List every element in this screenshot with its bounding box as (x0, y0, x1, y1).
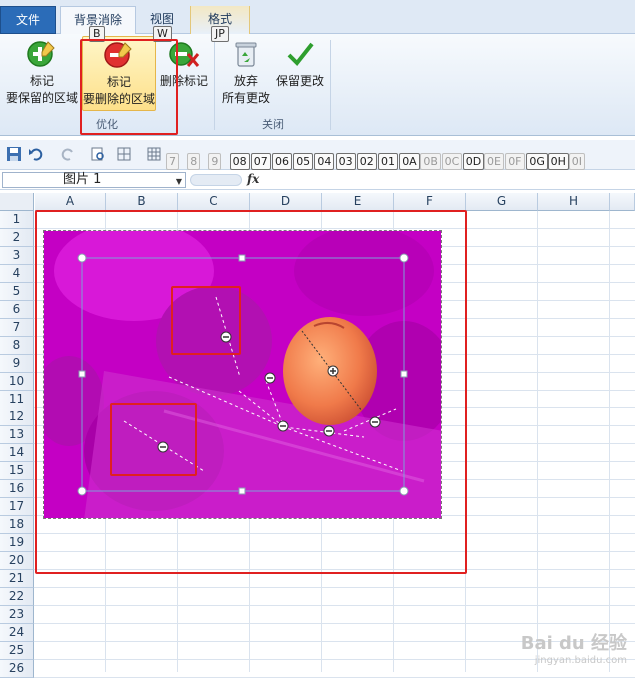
grid-line-horizontal (34, 604, 635, 606)
undo-icon[interactable] (28, 146, 44, 162)
qat-keytip: 08 (229, 153, 250, 170)
print-preview-icon[interactable] (90, 146, 106, 162)
qat-keytip: 8 (187, 153, 201, 170)
discard-line1: 放弃 (233, 74, 258, 88)
group-label-close: 关闭 (262, 118, 284, 131)
row-header[interactable]: 11 (0, 390, 34, 409)
group-separator (214, 40, 215, 130)
row-header[interactable]: 6 (0, 300, 34, 319)
column-header-partial[interactable] (610, 193, 635, 211)
grid-line-horizontal (34, 586, 635, 588)
row-header[interactable]: 2 (0, 228, 34, 247)
select-all-corner[interactable] (0, 193, 34, 211)
keytip-format: JP (211, 26, 229, 42)
row-header[interactable]: 18 (0, 516, 34, 535)
row-header[interactable]: 7 (0, 318, 34, 337)
highlight-box-mark-lower (110, 403, 197, 476)
keep-changes-label: 保留更改 (275, 74, 324, 88)
qat-keytip: 0A (399, 153, 420, 170)
grid-line-horizontal (34, 622, 635, 624)
qat-keytip: 07 (250, 153, 271, 170)
qat-keytip: 0D (462, 153, 485, 170)
row-header[interactable]: 3 (0, 246, 34, 265)
row-header[interactable]: 5 (0, 282, 34, 301)
row-header[interactable]: 17 (0, 498, 34, 517)
row-header[interactable]: 16 (0, 480, 34, 499)
checkmark-icon (287, 42, 314, 67)
row-header[interactable]: 13 (0, 426, 34, 445)
qat-keytip: 7 (166, 153, 179, 170)
row-header[interactable]: 19 (0, 534, 34, 553)
qat-keytip: 0H (547, 153, 569, 170)
row-header[interactable]: 26 (0, 659, 34, 678)
insert-function-icon[interactable]: fx (247, 172, 259, 186)
name-box[interactable]: 图片 1 ▼ (2, 172, 186, 188)
column-header[interactable]: C (178, 193, 250, 211)
row-header[interactable]: 10 (0, 372, 34, 391)
qat-keytip: 06 (272, 153, 292, 170)
highlight-box-ribbon (80, 39, 178, 135)
row-header[interactable]: 15 (0, 462, 34, 481)
quick-access-toolbar: 7 8 9 08 07 06 05 04 03 02 01 0A 0B 0C 0D 0E 0F 0G 0H 0I (0, 140, 635, 170)
formula-bar-splitter[interactable] (190, 174, 242, 186)
formula-bar: 图片 1 ▼ fx (0, 171, 635, 190)
watermark: Bai du 经验 jingyan.baidu.com (521, 629, 627, 666)
qat-keytip: 03 (335, 153, 356, 170)
watermark-text: Bai du 经验 (520, 633, 627, 654)
row-header[interactable]: 25 (0, 641, 34, 660)
qat-keytip: 0G (526, 153, 548, 170)
keep-changes-button[interactable]: 保留更改 (274, 38, 326, 90)
qat-keytip: 04 (314, 153, 335, 170)
row-header[interactable]: 21 (0, 570, 34, 588)
tab-file[interactable]: 文件 (0, 6, 56, 34)
grid-line-vertical (609, 211, 610, 672)
row-header[interactable]: 1 (0, 211, 34, 229)
column-header[interactable]: F (394, 193, 466, 211)
row-header[interactable]: 8 (0, 336, 34, 355)
grid-icon[interactable] (146, 146, 162, 162)
qat-keytip: 02 (356, 153, 377, 170)
qat-keytip: 0F (505, 153, 525, 170)
chevron-down-icon[interactable]: ▼ (176, 175, 182, 189)
row-header[interactable]: 12 (0, 408, 34, 427)
row-header[interactable]: 23 (0, 605, 34, 624)
column-header[interactable]: E (322, 193, 394, 211)
mark-keep-line1: 标记 (29, 74, 54, 88)
qat-keytip: 01 (378, 153, 398, 170)
recycle-bin-icon (235, 42, 257, 67)
column-header[interactable]: G (466, 193, 538, 211)
qat-keytip: 0C (441, 153, 463, 170)
discard-line2: 所有更改 (221, 91, 270, 105)
plus-pencil-icon (27, 41, 55, 67)
row-header[interactable]: 22 (0, 587, 34, 606)
column-header[interactable]: H (538, 193, 610, 211)
grid-line-vertical (537, 211, 538, 672)
qat-keytip: 0I (568, 153, 586, 170)
name-box-value: 图片 1 (63, 172, 102, 187)
qat-keytip: 9 (208, 153, 222, 170)
borders-icon[interactable] (116, 146, 132, 162)
row-header[interactable]: 20 (0, 552, 34, 571)
redo-icon[interactable] (60, 146, 76, 162)
row-header[interactable]: 14 (0, 444, 34, 463)
save-icon[interactable] (6, 146, 22, 162)
watermark-sub: jingyan.baidu.com (534, 655, 627, 666)
discard-all-changes-button[interactable]: 放弃 所有更改 (220, 38, 272, 107)
mark-areas-to-keep-button[interactable]: 标记 要保留的区域 (4, 38, 80, 107)
column-header[interactable]: B (106, 193, 178, 211)
group-separator (330, 40, 331, 130)
column-header[interactable]: D (250, 193, 322, 211)
qat-keytip: 0B (420, 153, 441, 170)
qat-keytip: 05 (293, 153, 314, 170)
column-header[interactable]: A (35, 193, 106, 211)
row-header[interactable]: 4 (0, 264, 34, 283)
mark-keep-line2: 要保留的区域 (5, 91, 78, 105)
highlight-box-mark-upper (171, 286, 241, 355)
qat-keytip: 0E (484, 153, 504, 170)
highlight-box-picture-area (35, 210, 467, 574)
row-header[interactable]: 9 (0, 354, 34, 373)
row-header[interactable]: 24 (0, 623, 34, 642)
